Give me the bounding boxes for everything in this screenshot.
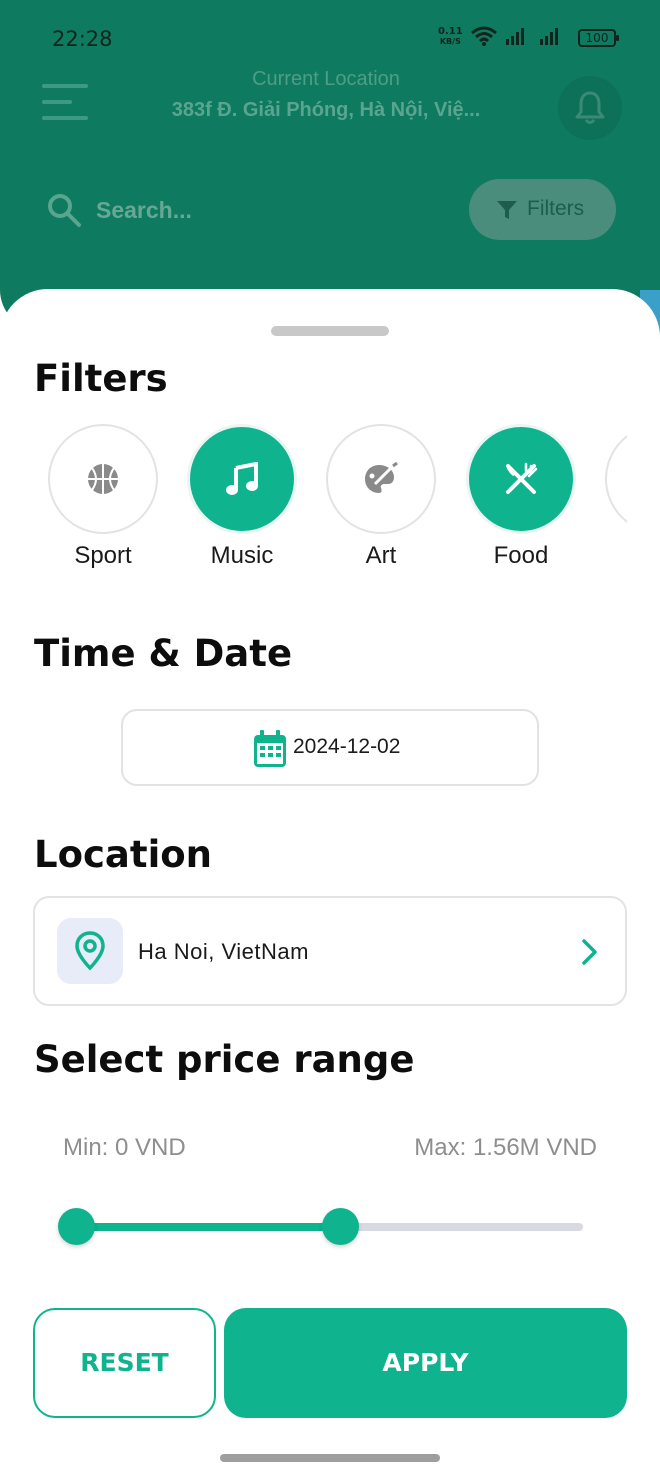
cell-signal-2-icon: [540, 28, 558, 45]
menu-line-icon: [42, 116, 88, 120]
network-speed: 0.11 KB/S: [438, 27, 463, 47]
battery-icon: 100: [578, 29, 619, 47]
sheet-drag-handle[interactable]: [271, 326, 389, 336]
location-pin-icon: [75, 931, 105, 971]
more-category-icon[interactable]: [605, 424, 627, 534]
category-label: Art: [365, 542, 397, 569]
category-sport[interactable]: Sport: [48, 420, 160, 580]
category-label: Sport: [74, 542, 132, 569]
reset-button[interactable]: RESET: [33, 1308, 216, 1418]
location-title: Location: [34, 833, 213, 876]
cell-signal-icon: [506, 28, 524, 45]
filters-title: Filters: [34, 357, 168, 400]
category-food[interactable]: Food: [466, 420, 578, 580]
location-value: Ha Noi, VietNam: [138, 939, 309, 964]
category-art[interactable]: Art: [326, 420, 438, 580]
search-input[interactable]: [96, 190, 376, 230]
calendar-icon: [254, 730, 286, 767]
price-slider-fill: [76, 1223, 340, 1231]
location-pin-box: [57, 918, 123, 984]
date-picker-button[interactable]: 2024-12-02: [121, 709, 539, 786]
chevron-right-icon: [582, 939, 597, 965]
location-selector[interactable]: Ha Noi, VietNam: [33, 896, 627, 1006]
wifi-icon: [471, 26, 497, 46]
fork-knife-icon: [506, 462, 538, 494]
price-range-title: Select price range: [34, 1038, 415, 1081]
time-date-title: Time & Date: [34, 632, 293, 675]
price-slider-max-handle[interactable]: [321, 1208, 359, 1245]
selected-date: 2024-12-02: [293, 735, 401, 758]
network-speed-unit: KB/S: [439, 37, 461, 46]
category-sport-circle[interactable]: [48, 424, 158, 534]
category-music[interactable]: Music: [187, 420, 299, 580]
category-more[interactable]: [605, 420, 627, 580]
current-location-value[interactable]: 383f Đ. Giải Phóng, Hà Nội, Việ...: [160, 99, 492, 122]
category-art-circle[interactable]: [326, 424, 436, 534]
category-food-circle[interactable]: [466, 424, 576, 534]
music-note-icon: [226, 462, 258, 495]
basketball-icon: [88, 464, 118, 494]
menu-line-icon: [42, 84, 88, 88]
filter-icon: [497, 201, 517, 219]
search-icon: [48, 194, 81, 227]
palette-icon: [365, 462, 398, 493]
price-min-label: Min: 0 VND: [63, 1134, 186, 1161]
signal-icons: [471, 26, 558, 46]
network-speed-value: 0.11: [438, 26, 463, 37]
status-time: 22:28: [52, 27, 113, 51]
apply-button[interactable]: APPLY: [224, 1308, 627, 1418]
notification-button[interactable]: [558, 76, 622, 140]
category-list[interactable]: Sport Music Art Food: [34, 420, 627, 580]
status-bar: 22:28 0.11 KB/S 100: [0, 0, 660, 70]
category-label: Food: [493, 542, 549, 569]
bell-icon: [575, 91, 605, 124]
home-indicator[interactable]: [220, 1454, 440, 1462]
price-max-label: Max: 1.56M VND: [414, 1134, 597, 1161]
filters-button[interactable]: Filters: [469, 179, 616, 240]
menu-line-icon: [42, 100, 72, 104]
category-label: Music: [210, 542, 274, 569]
category-music-circle[interactable]: [187, 424, 297, 534]
current-location-label: Current Location: [252, 68, 400, 90]
price-slider-min-handle[interactable]: [58, 1208, 95, 1245]
filters-button-label: Filters: [527, 197, 585, 220]
menu-button[interactable]: [42, 82, 90, 122]
